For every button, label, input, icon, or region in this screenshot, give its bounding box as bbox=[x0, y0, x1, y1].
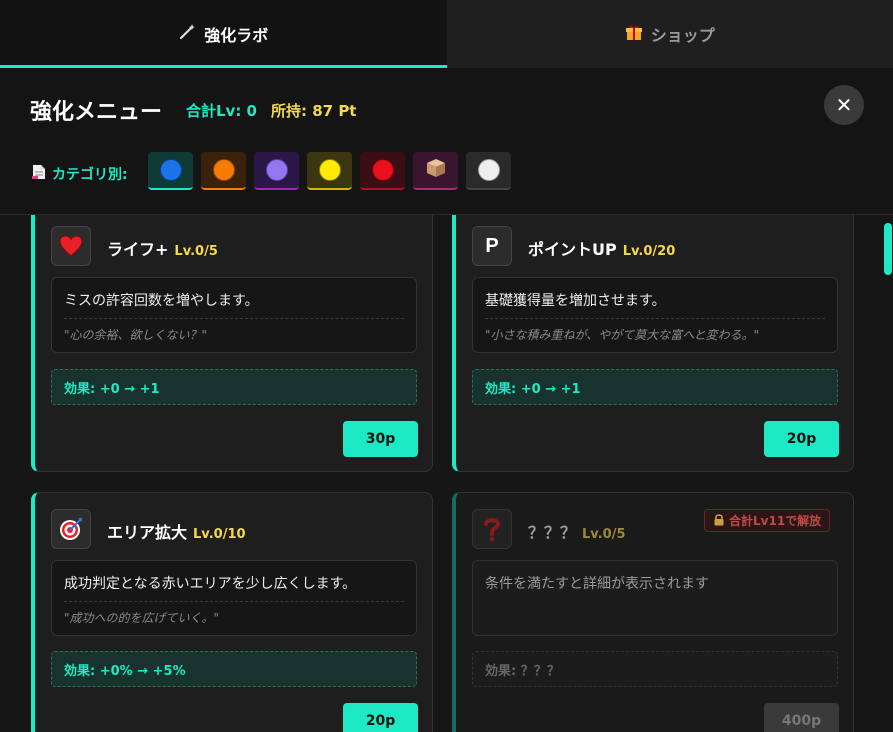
upgrade-description: 成功判定となる赤いエリアを少し広くします。 bbox=[64, 576, 357, 592]
tab-enhance-lab[interactable]: 強化ラボ bbox=[0, 0, 447, 68]
flavor-text: "心の余裕、欲しくない？" bbox=[64, 328, 208, 342]
buy-button-point-up[interactable]: 20p bbox=[764, 421, 839, 457]
close-icon: ✕ bbox=[835, 93, 853, 117]
upgrade-card-life: ライフ+ Lv.0/5 ミスの許容回数を増やします。 "心の余裕、欲しくない？" … bbox=[31, 215, 433, 472]
close-button[interactable]: ✕ bbox=[824, 85, 864, 125]
tab-label: ショップ bbox=[650, 26, 715, 45]
description-box: ミスの許容回数を増やします。 "心の余裕、欲しくない？" bbox=[51, 277, 417, 353]
yellow-circle-icon bbox=[318, 159, 341, 181]
upgrade-level: Lv.0/5 bbox=[582, 527, 626, 542]
effect-preview: 効果: +0% → +5% bbox=[51, 651, 417, 687]
divider bbox=[64, 318, 404, 319]
box-icon bbox=[425, 157, 447, 183]
purple-circle-icon bbox=[265, 159, 288, 181]
description-box: 成功判定となる赤いエリアを少し広くします。 "成功への的を広げていく。" bbox=[51, 560, 417, 636]
category-red[interactable] bbox=[360, 152, 405, 190]
lock-icon bbox=[713, 513, 725, 529]
upgrade-list[interactable]: ライフ+ Lv.0/5 ミスの許容回数を増やします。 "心の余裕、欲しくない？" … bbox=[0, 215, 893, 732]
upgrade-level: Lv.0/10 bbox=[193, 527, 246, 542]
page-title: 強化メニュー bbox=[30, 100, 163, 125]
upgrade-description: 条件を満たすと詳細が表示されます bbox=[485, 576, 709, 592]
upgrade-title: ？？？ Lv.0/5 bbox=[528, 523, 626, 542]
divider bbox=[64, 601, 404, 602]
category-filter-label: カテゴリ別: bbox=[32, 164, 128, 184]
unlock-requirement-badge: 合計Lv11で解放 bbox=[704, 509, 831, 532]
category-filter-row bbox=[148, 152, 511, 190]
effect-preview: 効果: +0 → +1 bbox=[51, 369, 417, 405]
upgrade-title: ライフ+ Lv.0/5 bbox=[107, 240, 218, 259]
wand-icon bbox=[178, 23, 196, 45]
document-icon bbox=[32, 164, 46, 184]
effect-preview: 効果: ？？？ bbox=[472, 651, 838, 687]
gift-icon bbox=[625, 23, 643, 45]
upgrade-description: ミスの許容回数を増やします。 bbox=[64, 293, 259, 309]
divider bbox=[485, 318, 825, 319]
orange-circle-icon bbox=[212, 159, 235, 181]
upgrade-level: Lv.0/5 bbox=[174, 244, 218, 259]
blue-circle-icon bbox=[159, 159, 182, 181]
category-box[interactable] bbox=[413, 152, 458, 190]
p-letter-icon: P bbox=[472, 226, 512, 266]
buy-button-life[interactable]: 30p bbox=[343, 421, 418, 457]
buy-button-area-expand[interactable]: 20p bbox=[343, 703, 418, 732]
effect-preview: 効果: +0 → +1 bbox=[472, 369, 838, 405]
red-circle-icon bbox=[371, 159, 394, 181]
description-box: 条件を満たすと詳細が表示されます bbox=[472, 560, 838, 636]
target-icon bbox=[51, 509, 91, 549]
scrollbar[interactable] bbox=[884, 223, 892, 275]
heart-icon bbox=[51, 226, 91, 266]
points-balance: 所持: 87 Pt bbox=[271, 102, 357, 120]
flavor-text: "小さな積み重ねが、やがて莫大な富へと変わる。" bbox=[485, 328, 760, 342]
flavor-text: "成功への的を広げていく。" bbox=[64, 611, 220, 625]
upgrade-card-area-expand: エリア拡大 Lv.0/10 成功判定となる赤いエリアを少し広くします。 "成功への… bbox=[31, 492, 433, 732]
upgrade-title: エリア拡大 Lv.0/10 bbox=[107, 523, 246, 542]
category-purple[interactable] bbox=[254, 152, 299, 190]
tab-label: 強化ラボ bbox=[204, 26, 269, 45]
upgrade-card-locked: ？？？ Lv.0/5 合計Lv11で解放 条件を満たすと詳細が表示されます 効果:… bbox=[452, 492, 854, 732]
tab-bar: 強化ラボ ショップ bbox=[0, 0, 893, 68]
total-level: 合計Lv: 0 bbox=[186, 102, 257, 120]
category-blue[interactable] bbox=[148, 152, 193, 190]
upgrade-title: ポイントUP Lv.0/20 bbox=[528, 240, 676, 259]
white-circle-icon bbox=[477, 159, 500, 181]
menu-header: 強化メニュー 合計Lv: 0 所持: 87 Pt ✕ カテゴリ別: bbox=[0, 68, 893, 215]
tab-shop[interactable]: ショップ bbox=[446, 0, 893, 68]
buy-button-locked[interactable]: 400p bbox=[764, 703, 839, 732]
upgrade-level: Lv.0/20 bbox=[622, 244, 676, 259]
description-box: 基礎獲得量を増加させます。 "小さな積み重ねが、やがて莫大な富へと変わる。" bbox=[472, 277, 838, 353]
category-orange[interactable] bbox=[201, 152, 246, 190]
upgrade-card-point-up: P ポイントUP Lv.0/20 基礎獲得量を増加させます。 "小さな積み重ねが、… bbox=[452, 215, 854, 472]
category-yellow[interactable] bbox=[307, 152, 352, 190]
question-icon bbox=[472, 509, 512, 549]
upgrade-description: 基礎獲得量を増加させます。 bbox=[485, 293, 666, 309]
category-white[interactable] bbox=[466, 152, 511, 190]
